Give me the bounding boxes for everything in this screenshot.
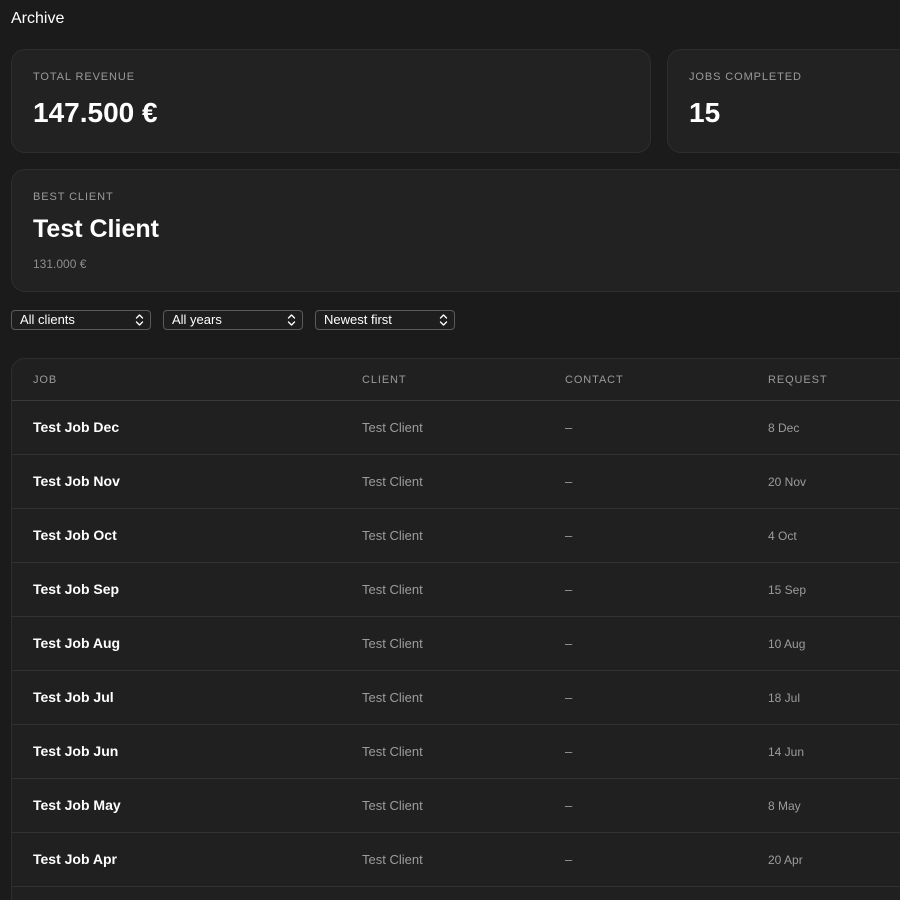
client-name: Test Client [362, 420, 423, 435]
contact-value: – [565, 744, 573, 759]
contact-value: – [565, 636, 573, 651]
contact-value: – [565, 474, 573, 489]
total-revenue-label: TOTAL REVENUE [33, 71, 135, 83]
job-name: Test Job Nov [33, 473, 120, 489]
contact-value: – [565, 582, 573, 597]
year-filter-value: All years [172, 312, 222, 327]
job-name: Test Job May [33, 797, 121, 813]
table-row[interactable]: Test Job Aug Test Client – 10 Aug [12, 617, 900, 671]
table-row[interactable]: Test Job Sep Test Client – 15 Sep [12, 563, 900, 617]
request-date: 18 Jul [768, 691, 801, 705]
sort-value: Newest first [324, 312, 392, 327]
client-name: Test Client [362, 528, 423, 543]
client-name: Test Client [362, 582, 423, 597]
table-row[interactable]: Test Job Nov Test Client – 20 Nov [12, 455, 900, 509]
archive-page: Archive TOTAL REVENUE 147.500 € JOBS COM… [0, 0, 900, 900]
request-date: 15 Sep [768, 583, 807, 597]
best-client-revenue: 131.000 € [33, 257, 87, 271]
client-name: Test Client [362, 744, 423, 759]
client-filter-select[interactable]: All clients [11, 310, 151, 330]
client-name: Test Client [362, 798, 423, 813]
chevron-up-down-icon [287, 314, 296, 326]
jobs-completed-card: JOBS COMPLETED 15 [667, 49, 900, 153]
job-name: Test Job Apr [33, 851, 118, 867]
table-body: Test Job Dec Test Client – 8 Dec Test Jo… [12, 401, 900, 887]
request-date: 8 May [768, 799, 801, 813]
job-name: Test Job Jul [33, 689, 114, 705]
sort-select[interactable]: Newest first [315, 310, 455, 330]
total-revenue-card: TOTAL REVENUE 147.500 € [11, 49, 651, 153]
job-name: Test Job Oct [33, 527, 117, 543]
table-row[interactable]: Test Job Oct Test Client – 4 Oct [12, 509, 900, 563]
jobs-completed-value: 15 [689, 97, 721, 128]
request-date: 8 Dec [768, 421, 800, 435]
job-name: Test Job Aug [33, 635, 121, 651]
contact-value: – [565, 852, 573, 867]
client-name: Test Client [362, 852, 423, 867]
table-row[interactable]: Test Job Jul Test Client – 18 Jul [12, 671, 900, 725]
best-client-label: BEST CLIENT [33, 191, 114, 203]
total-revenue-value: 147.500 € [33, 97, 158, 128]
column-header-client[interactable]: CLIENT [362, 374, 407, 386]
request-date: 4 Oct [768, 529, 797, 543]
job-name: Test Job Sep [33, 581, 120, 597]
jobs-completed-label: JOBS COMPLETED [689, 71, 802, 83]
chevron-up-down-icon [135, 314, 144, 326]
request-date: 20 Apr [768, 853, 803, 867]
best-client-card: BEST CLIENT Test Client 131.000 € [11, 169, 900, 292]
request-date: 10 Aug [768, 637, 806, 651]
client-name: Test Client [362, 474, 423, 489]
request-date: 14 Jun [768, 745, 805, 759]
client-filter-value: All clients [20, 312, 75, 327]
contact-value: – [565, 528, 573, 543]
table-row[interactable]: Test Job Dec Test Client – 8 Dec [12, 401, 900, 455]
request-date: 20 Nov [768, 475, 807, 489]
page-title: Archive [11, 10, 65, 27]
client-name: Test Client [362, 636, 423, 651]
column-header-request[interactable]: REQUEST [768, 374, 827, 386]
contact-value: – [565, 420, 573, 435]
best-client-name: Test Client [33, 215, 159, 243]
contact-value: – [565, 798, 573, 813]
table-row[interactable]: Test Job Apr Test Client – 20 Apr [12, 833, 900, 887]
chevron-up-down-icon [439, 314, 448, 326]
table-header: JOB CLIENT CONTACT REQUEST [12, 359, 900, 401]
job-name: Test Job Jun [33, 743, 119, 759]
client-name: Test Client [362, 690, 423, 705]
year-filter-select[interactable]: All years [163, 310, 303, 330]
jobs-table: JOB CLIENT CONTACT REQUEST Test Job Dec … [11, 358, 900, 900]
column-header-job[interactable]: JOB [33, 374, 57, 386]
column-header-contact[interactable]: CONTACT [565, 374, 624, 386]
table-row[interactable]: Test Job May Test Client – 8 May [12, 779, 900, 833]
job-name: Test Job Dec [33, 419, 120, 435]
contact-value: – [565, 690, 573, 705]
table-row[interactable]: Test Job Jun Test Client – 14 Jun [12, 725, 900, 779]
